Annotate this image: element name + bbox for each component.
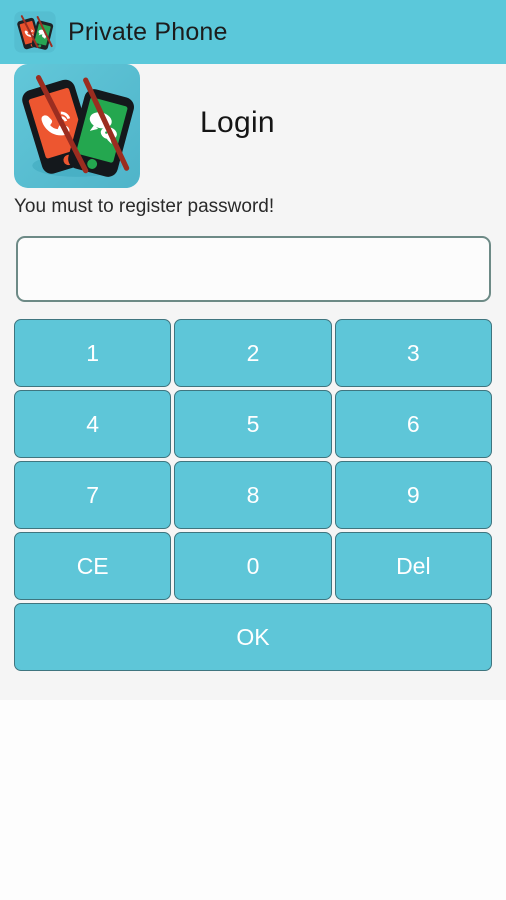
register-password-hint: You must to register password! [14, 196, 275, 217]
numeric-keypad: 1 2 3 4 5 6 7 8 9 CE 0 Del OK [14, 319, 492, 674]
key-clear-entry[interactable]: CE [14, 532, 172, 600]
key-0[interactable]: 0 [174, 532, 332, 600]
key-5[interactable]: 5 [174, 390, 332, 458]
screen-background-area [0, 700, 506, 900]
private-phone-app-icon [12, 10, 58, 54]
keypad-submit-row: OK [14, 603, 492, 671]
key-3[interactable]: 3 [334, 319, 492, 387]
key-1[interactable]: 1 [14, 319, 172, 387]
private-phone-large-icon [14, 64, 140, 188]
key-4[interactable]: 4 [14, 390, 172, 458]
key-ok[interactable]: OK [14, 603, 492, 671]
keypad-row: 4 5 6 [14, 390, 492, 458]
key-delete[interactable]: Del [334, 532, 492, 600]
key-8[interactable]: 8 [174, 461, 332, 529]
login-heading: Login [200, 106, 275, 139]
app-title-bar: Private Phone [0, 0, 506, 64]
keypad-row: 7 8 9 [14, 461, 492, 529]
password-input[interactable] [16, 236, 491, 302]
key-6[interactable]: 6 [334, 390, 492, 458]
key-2[interactable]: 2 [174, 319, 332, 387]
login-header-row: Login [14, 64, 492, 188]
keypad-row: CE 0 Del [14, 532, 492, 600]
login-content-panel: Login You must to register password! 1 2… [0, 64, 506, 700]
key-7[interactable]: 7 [14, 461, 172, 529]
page-title: Private Phone [68, 17, 228, 46]
app-screen: Private Phone Login You must to register… [0, 0, 506, 900]
keypad-row: 1 2 3 [14, 319, 492, 387]
key-9[interactable]: 9 [334, 461, 492, 529]
